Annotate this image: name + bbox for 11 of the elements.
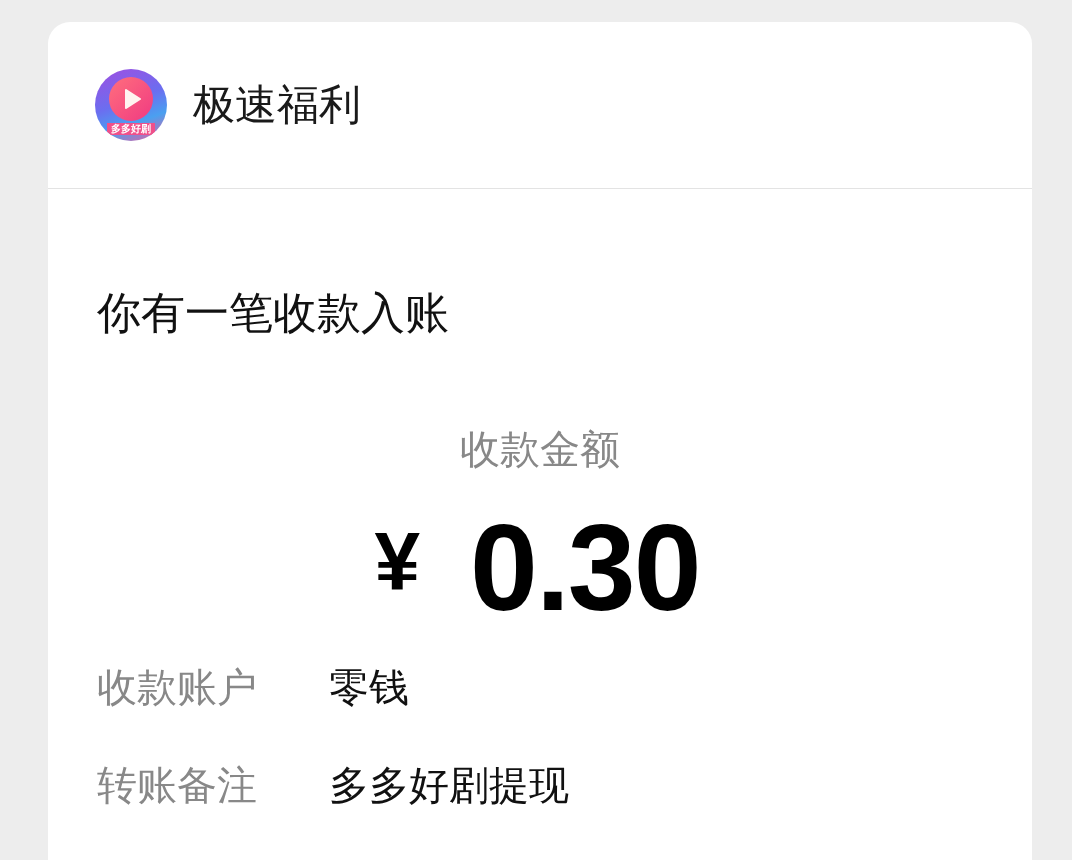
message-title: 你有一笔收款入账 xyxy=(97,287,450,339)
detail-value: 零钱 xyxy=(329,663,409,711)
amount-value: 0.30 xyxy=(470,503,700,633)
detail-value: 多多好剧提现 xyxy=(329,761,569,809)
amount-label: 收款金额 xyxy=(460,425,620,473)
app-name: 极速福利 xyxy=(193,80,361,130)
detail-label: 转账备注 xyxy=(97,761,257,809)
detail-label: 收款账户 xyxy=(97,663,257,711)
currency-symbol: ¥ xyxy=(374,516,421,606)
play-icon xyxy=(109,77,153,121)
logo-banner-text: 多多好剧 xyxy=(107,123,155,135)
